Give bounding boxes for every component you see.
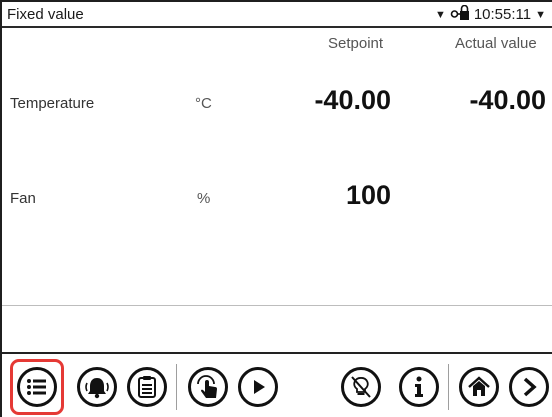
- status-area: ▼ 10:55:11 ▼: [435, 4, 546, 24]
- row-label-fan: Fan: [10, 190, 36, 207]
- dropdown-triangle-icon[interactable]: ▼: [435, 9, 446, 21]
- info-icon[interactable]: [399, 367, 439, 407]
- lightbulb-icon[interactable]: [341, 367, 381, 407]
- temperature-setpoint[interactable]: -40.00: [292, 85, 391, 116]
- next-arrow-icon[interactable]: [509, 367, 549, 407]
- column-header-setpoint: Setpoint: [328, 35, 384, 52]
- clock-time: 10:55:11: [473, 6, 532, 23]
- time-dropdown-icon[interactable]: ▼: [535, 9, 546, 21]
- divider-line: [2, 305, 552, 306]
- clipboard-icon[interactable]: [127, 367, 167, 407]
- toolbar-separator: [176, 364, 177, 410]
- row-label-temperature: Temperature: [10, 95, 95, 112]
- temperature-actual: -40.00: [469, 85, 546, 115]
- play-icon[interactable]: [238, 367, 278, 407]
- alarm-bell-icon[interactable]: [77, 367, 117, 407]
- top-bar: Fixed value ▼ 10:55:11 ▼: [2, 2, 552, 28]
- unit-temperature: °C: [195, 95, 212, 112]
- menu-list-icon[interactable]: [17, 367, 57, 407]
- toolbar-separator-2: [448, 364, 449, 410]
- touch-hand-icon[interactable]: [188, 367, 228, 407]
- lock-key-icon: [450, 4, 470, 24]
- unit-fan: %: [197, 190, 211, 207]
- fan-setpoint[interactable]: 100: [292, 180, 391, 211]
- column-header-actual: Actual value: [455, 35, 537, 52]
- home-icon[interactable]: [459, 367, 499, 407]
- controller-screen: Fixed value ▼ 10:55:11 ▼ Setpoint Actual…: [0, 0, 552, 417]
- bottom-toolbar: [2, 352, 552, 417]
- page-title: Fixed value: [7, 6, 84, 23]
